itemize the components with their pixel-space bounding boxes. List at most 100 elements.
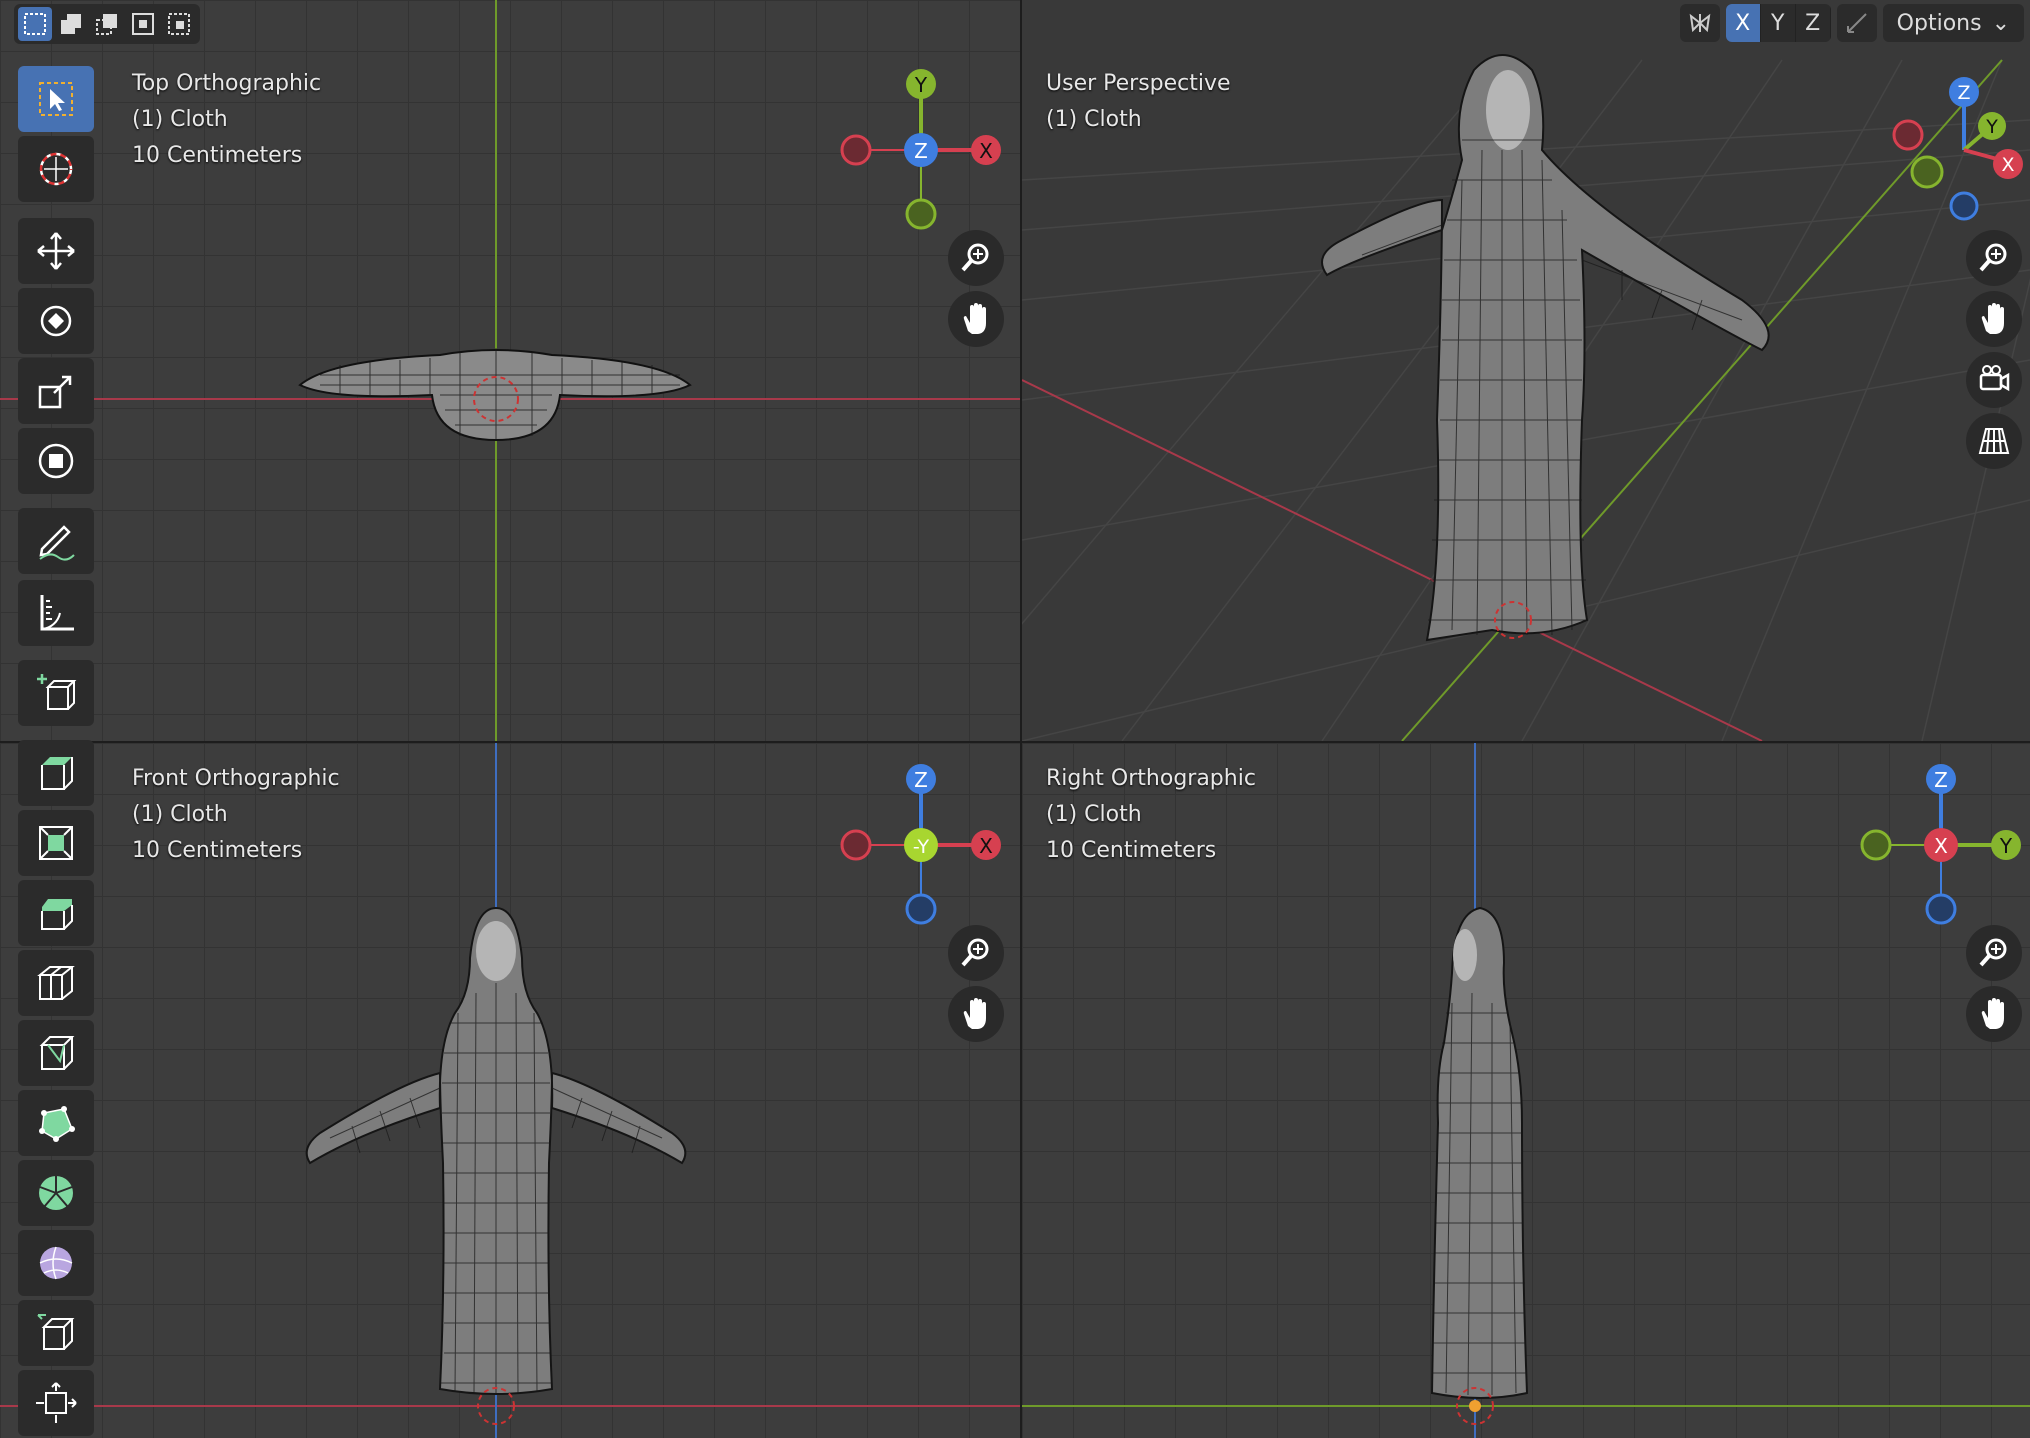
selection-mode-group	[14, 4, 200, 44]
view-name: Front Orthographic	[132, 766, 340, 791]
select-subtract-button[interactable]	[90, 7, 124, 41]
tool-shrink-fatten[interactable]	[18, 1370, 94, 1436]
mirror-y-button[interactable]: Y	[1761, 4, 1796, 42]
tool-knife[interactable]	[18, 1020, 94, 1086]
viewport-info: Top Orthographic (1) Cloth 10 Centimeter…	[132, 66, 321, 174]
tool-spin[interactable]	[18, 1160, 94, 1226]
butterfly-icon	[1689, 13, 1711, 33]
zoom-button[interactable]	[1966, 925, 2022, 981]
tool-inset[interactable]	[18, 810, 94, 876]
mirror-z-button[interactable]: Z	[1796, 4, 1831, 42]
pan-button[interactable]	[948, 291, 1004, 347]
select-new-icon	[24, 13, 46, 35]
loop-cut-icon	[37, 966, 75, 1000]
gizmo-z-label: Z	[1957, 82, 1970, 104]
zoom-icon	[1979, 243, 2007, 272]
camera-view-button[interactable]	[1966, 352, 2022, 408]
tool-move[interactable]	[18, 218, 94, 284]
select-box-icon	[39, 82, 73, 116]
cloth-mesh-side	[1430, 906, 1529, 1425]
viewport-info: User Perspective (1) Cloth	[1046, 66, 1231, 138]
tool-bevel[interactable]	[18, 880, 94, 946]
rotate-icon	[40, 305, 72, 337]
measure-icon	[40, 595, 74, 631]
gizmo-x-label: X	[979, 834, 993, 858]
gizmo-x-label: X	[1934, 834, 1948, 858]
camera-icon	[1979, 365, 2010, 392]
viewport-front[interactable]: Front Orthographic (1) Cloth 10 Centimet…	[0, 743, 1020, 1438]
knife-icon	[39, 1036, 75, 1070]
grid-scale: 10 Centimeters	[132, 838, 303, 863]
navigation-gizmo[interactable]: X Z -Y	[836, 761, 1006, 931]
pan-button[interactable]	[948, 986, 1004, 1042]
projection-toggle-button[interactable]	[1966, 413, 2022, 469]
gizmo-z-label: Z	[914, 768, 928, 792]
tool-poly-build[interactable]	[18, 1090, 94, 1156]
grid-scale: 10 Centimeters	[1046, 838, 1217, 863]
snap-icon	[1846, 13, 1867, 33]
viewport-top[interactable]: Top Orthographic (1) Cloth 10 Centimeter…	[0, 0, 1020, 741]
cloth-mesh-top	[298, 348, 692, 442]
tool-edge-slide[interactable]	[18, 1300, 94, 1366]
gizmo-neg-y-label: -Y	[913, 836, 930, 858]
viewport-perspective[interactable]: User Perspective (1) Cloth X Y Z Options…	[1022, 0, 2030, 741]
navigation-gizmo[interactable]: X Y Z	[836, 66, 1006, 236]
select-intersect-icon	[168, 13, 190, 35]
pan-button[interactable]	[1966, 986, 2022, 1042]
tool-annotate[interactable]	[18, 508, 94, 574]
viewport-header: X Y Z Options ⌄	[1679, 0, 2030, 46]
tool-rotate[interactable]	[18, 288, 94, 354]
gizmo-y-label: Y	[1985, 116, 1998, 138]
object-name: (1) Cloth	[132, 802, 228, 827]
tool-extrude[interactable]	[18, 740, 94, 806]
spin-icon	[39, 1176, 73, 1210]
grid-perspective-icon	[1978, 428, 2010, 454]
edge-slide-icon	[37, 1314, 75, 1350]
hand-icon	[1981, 303, 2004, 334]
pan-button[interactable]	[1966, 291, 2022, 347]
gizmo-z-label: Z	[1934, 768, 1948, 792]
snap-toggle[interactable]	[1836, 4, 1877, 42]
viewport-info: Front Orthographic (1) Cloth 10 Centimet…	[132, 761, 340, 869]
tool-loop-cut[interactable]	[18, 950, 94, 1016]
navigation-gizmo[interactable]: Z Y X	[1864, 70, 2030, 230]
select-new-button[interactable]	[18, 7, 52, 41]
scale-icon	[38, 375, 72, 409]
tool-select-box[interactable]	[18, 66, 94, 132]
cloth-mesh-perspective	[1321, 54, 1770, 642]
mirror-toggle[interactable]	[1679, 4, 1720, 42]
select-invert-button[interactable]	[126, 7, 160, 41]
select-extend-button[interactable]	[54, 7, 88, 41]
move-icon	[37, 232, 75, 270]
bevel-icon	[41, 899, 73, 930]
view-name: User Perspective	[1046, 71, 1231, 96]
select-intersect-button[interactable]	[162, 7, 196, 41]
zoom-button[interactable]	[948, 230, 1004, 286]
tool-measure[interactable]	[18, 580, 94, 646]
select-invert-icon	[132, 13, 154, 35]
cloth-mesh-front	[305, 906, 687, 1425]
tool-scale[interactable]	[18, 358, 94, 424]
inset-icon	[39, 826, 73, 860]
zoom-button[interactable]	[948, 925, 1004, 981]
tool-add-cube[interactable]	[18, 660, 94, 726]
zoom-button[interactable]	[1966, 230, 2022, 286]
extrude-icon	[41, 757, 73, 790]
navigation-gizmo[interactable]: Y Z X	[1856, 761, 2026, 931]
tool-smooth[interactable]	[18, 1230, 94, 1296]
gizmo-x-label: X	[2001, 154, 2014, 176]
options-dropdown[interactable]: Options ⌄	[1882, 4, 2024, 42]
hand-icon	[1981, 998, 2004, 1029]
zoom-icon	[961, 243, 989, 272]
object-name: (1) Cloth	[132, 107, 228, 132]
smooth-icon	[39, 1246, 73, 1280]
transform-icon	[38, 443, 74, 479]
viewport-right[interactable]: Right Orthographic (1) Cloth 10 Centimet…	[1022, 743, 2030, 1438]
zoom-icon	[1979, 938, 2007, 967]
annotate-icon	[39, 525, 75, 561]
mirror-x-button[interactable]: X	[1725, 4, 1761, 42]
add-cube-icon	[37, 674, 77, 710]
tool-transform[interactable]	[18, 428, 94, 494]
options-label: Options	[1896, 10, 1982, 36]
tool-cursor[interactable]	[18, 136, 94, 202]
